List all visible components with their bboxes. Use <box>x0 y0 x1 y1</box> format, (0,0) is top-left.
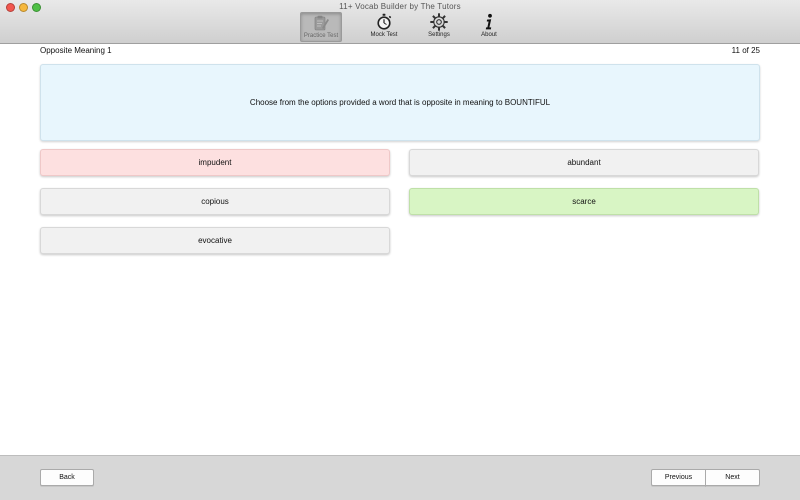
gear-icon <box>430 13 448 31</box>
toolbar-mock-test[interactable]: Mock Test <box>364 12 404 42</box>
window-title: 11+ Vocab Builder by The Tutors <box>339 2 461 11</box>
answer-option[interactable]: scarce <box>409 188 759 215</box>
toolbar-about[interactable]: About <box>474 12 504 42</box>
toolbar-label: Practice Test <box>303 33 339 39</box>
clipboard-pencil-icon <box>314 15 329 31</box>
toolbar-label: Settings <box>428 32 450 38</box>
answer-option[interactable]: copious <box>40 188 390 215</box>
answer-option[interactable]: impudent <box>40 149 390 176</box>
back-button[interactable]: Back <box>40 469 94 486</box>
footer-bar: Back Previous Next <box>0 455 800 500</box>
answer-option[interactable]: evocative <box>40 227 390 254</box>
toolbar-label: Mock Test <box>370 32 398 38</box>
answer-option[interactable]: abundant <box>409 149 759 176</box>
question-counter: 11 of 25 <box>731 46 760 55</box>
toolbar-settings[interactable]: Settings <box>422 12 456 42</box>
section-title: Opposite Meaning 1 <box>40 46 112 55</box>
toolbar-practice-test[interactable]: Practice Test <box>300 12 342 42</box>
window-toolbar: 11+ Vocab Builder by The Tutors Practice… <box>0 0 800 44</box>
stopwatch-icon <box>377 13 392 30</box>
question-text: Choose from the options provided a word … <box>249 98 551 107</box>
next-button[interactable]: Next <box>705 469 760 486</box>
previous-button[interactable]: Previous <box>651 469 706 486</box>
info-icon <box>485 13 492 30</box>
toolbar-label: About <box>481 32 497 38</box>
question-box: Choose from the options provided a word … <box>40 64 760 141</box>
